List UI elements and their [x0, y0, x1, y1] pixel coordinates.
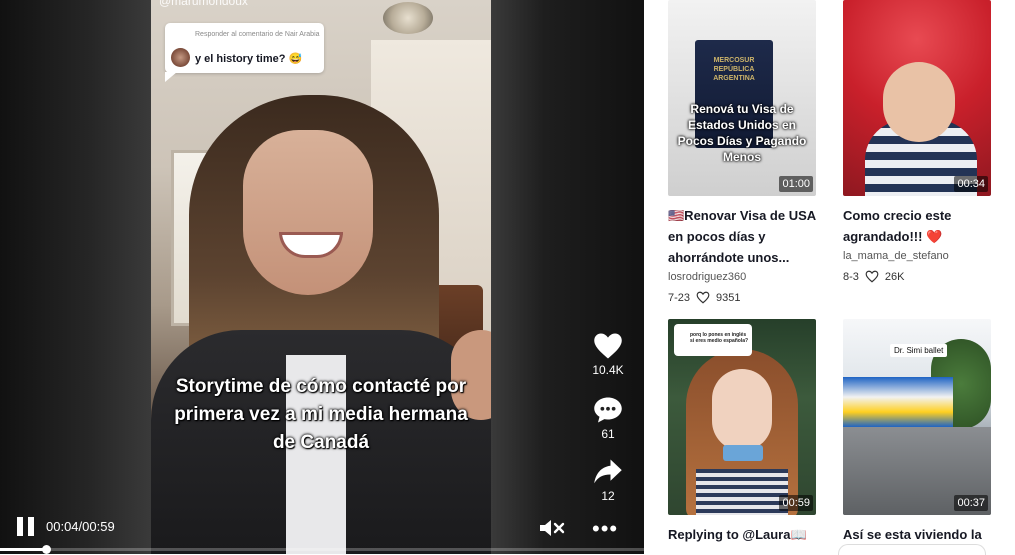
reply-meta-text: Responder al comentario de Nair Arabia	[195, 31, 320, 38]
video-duration: 00:59	[779, 495, 813, 511]
progress-fill	[0, 548, 44, 551]
share-count: 12	[601, 489, 615, 503]
video-date: 8-3	[843, 270, 859, 283]
related-video-card[interactable]: porq lo pones en inglés si eres medio es…	[668, 319, 816, 545]
related-video-card[interactable]: MERCOSUR REPÚBLICA ARGENTINA Renová tu V…	[668, 0, 816, 304]
thumbnail-reply-text: porq lo pones en inglés si eres medio es…	[690, 332, 749, 344]
video-author[interactable]: losrodriguez360	[668, 271, 816, 283]
reply-comment-bubble: Responder al comentario de Nair Arabia y…	[165, 23, 324, 82]
more-options-button[interactable]: •••	[592, 518, 618, 540]
video-title[interactable]: Así se esta viviendo la	[843, 524, 991, 545]
video-author[interactable]: la_mama_de_stefano	[843, 250, 991, 262]
heart-icon	[594, 333, 622, 359]
like-count: 10.4K	[592, 363, 624, 377]
video-likes: 26K	[884, 270, 905, 283]
progress-bar[interactable]	[0, 548, 644, 551]
video-duration: 00:34	[954, 176, 988, 192]
video-stats: 8-3 26K	[843, 270, 991, 283]
video-thumbnail[interactable]: Dr. Simi ballet 00:37	[843, 319, 991, 515]
video-thumbnail[interactable]: porq lo pones en inglés si eres medio es…	[668, 319, 816, 515]
thumbnail-caption: Renová tu Visa de Estados Unidos en Poco…	[677, 102, 807, 164]
comment-button[interactable]: 61	[580, 396, 636, 441]
video-title[interactable]: Como crecio este agrandado!!! ❤️	[843, 205, 991, 247]
comment-icon	[594, 397, 622, 423]
related-video-card[interactable]: Dr. Simi ballet 00:37 Así se esta vivien…	[843, 319, 991, 545]
video-title[interactable]: Replying to @Laura📖	[668, 524, 816, 545]
avatar	[171, 48, 190, 67]
floating-bar	[838, 544, 986, 555]
related-video-card[interactable]: 00:34 Como crecio este agrandado!!! ❤️ l…	[843, 0, 991, 283]
video-player[interactable]: @marumondoux Responder al comentario de …	[0, 0, 644, 554]
share-button[interactable]: 12	[580, 458, 636, 503]
video-frame[interactable]	[151, 0, 491, 554]
heart-outline-icon	[696, 291, 710, 304]
video-thumbnail[interactable]: 00:34	[843, 0, 991, 196]
video-duration: 01:00	[779, 176, 813, 192]
comment-count: 61	[601, 427, 615, 441]
share-icon	[594, 459, 622, 484]
passport-text: MERCOSUR REPÚBLICA ARGENTINA	[713, 57, 755, 82]
thumbnail-label: Dr. Simi ballet	[890, 344, 948, 357]
video-thumbnail[interactable]: MERCOSUR REPÚBLICA ARGENTINA Renová tu V…	[668, 0, 816, 196]
playback-time: 00:04/00:59	[46, 519, 115, 534]
video-duration: 00:37	[954, 495, 988, 511]
related-videos-grid: MERCOSUR REPÚBLICA ARGENTINA Renová tu V…	[644, 0, 1015, 555]
video-date: 7-23	[668, 291, 691, 304]
heart-outline-icon	[865, 270, 879, 283]
video-title[interactable]: 🇺🇸Renovar Visa de USA en pocos días y ah…	[668, 205, 816, 268]
video-backdrop-left	[0, 0, 151, 554]
volume-muted-icon	[540, 520, 565, 536]
video-likes: 9351	[716, 291, 741, 304]
like-button[interactable]: 10.4K	[580, 332, 636, 377]
video-caption: Storytime de cómo contacté por primera v…	[174, 376, 468, 453]
mute-button[interactable]	[538, 518, 566, 538]
pause-icon	[17, 517, 23, 536]
reply-comment-text: y el history time? 😅	[195, 53, 303, 65]
video-stats: 7-23 9351	[668, 291, 816, 304]
creator-handle: @marumondoux	[159, 0, 248, 8]
progress-handle[interactable]	[42, 545, 51, 554]
pause-button[interactable]	[17, 517, 35, 536]
